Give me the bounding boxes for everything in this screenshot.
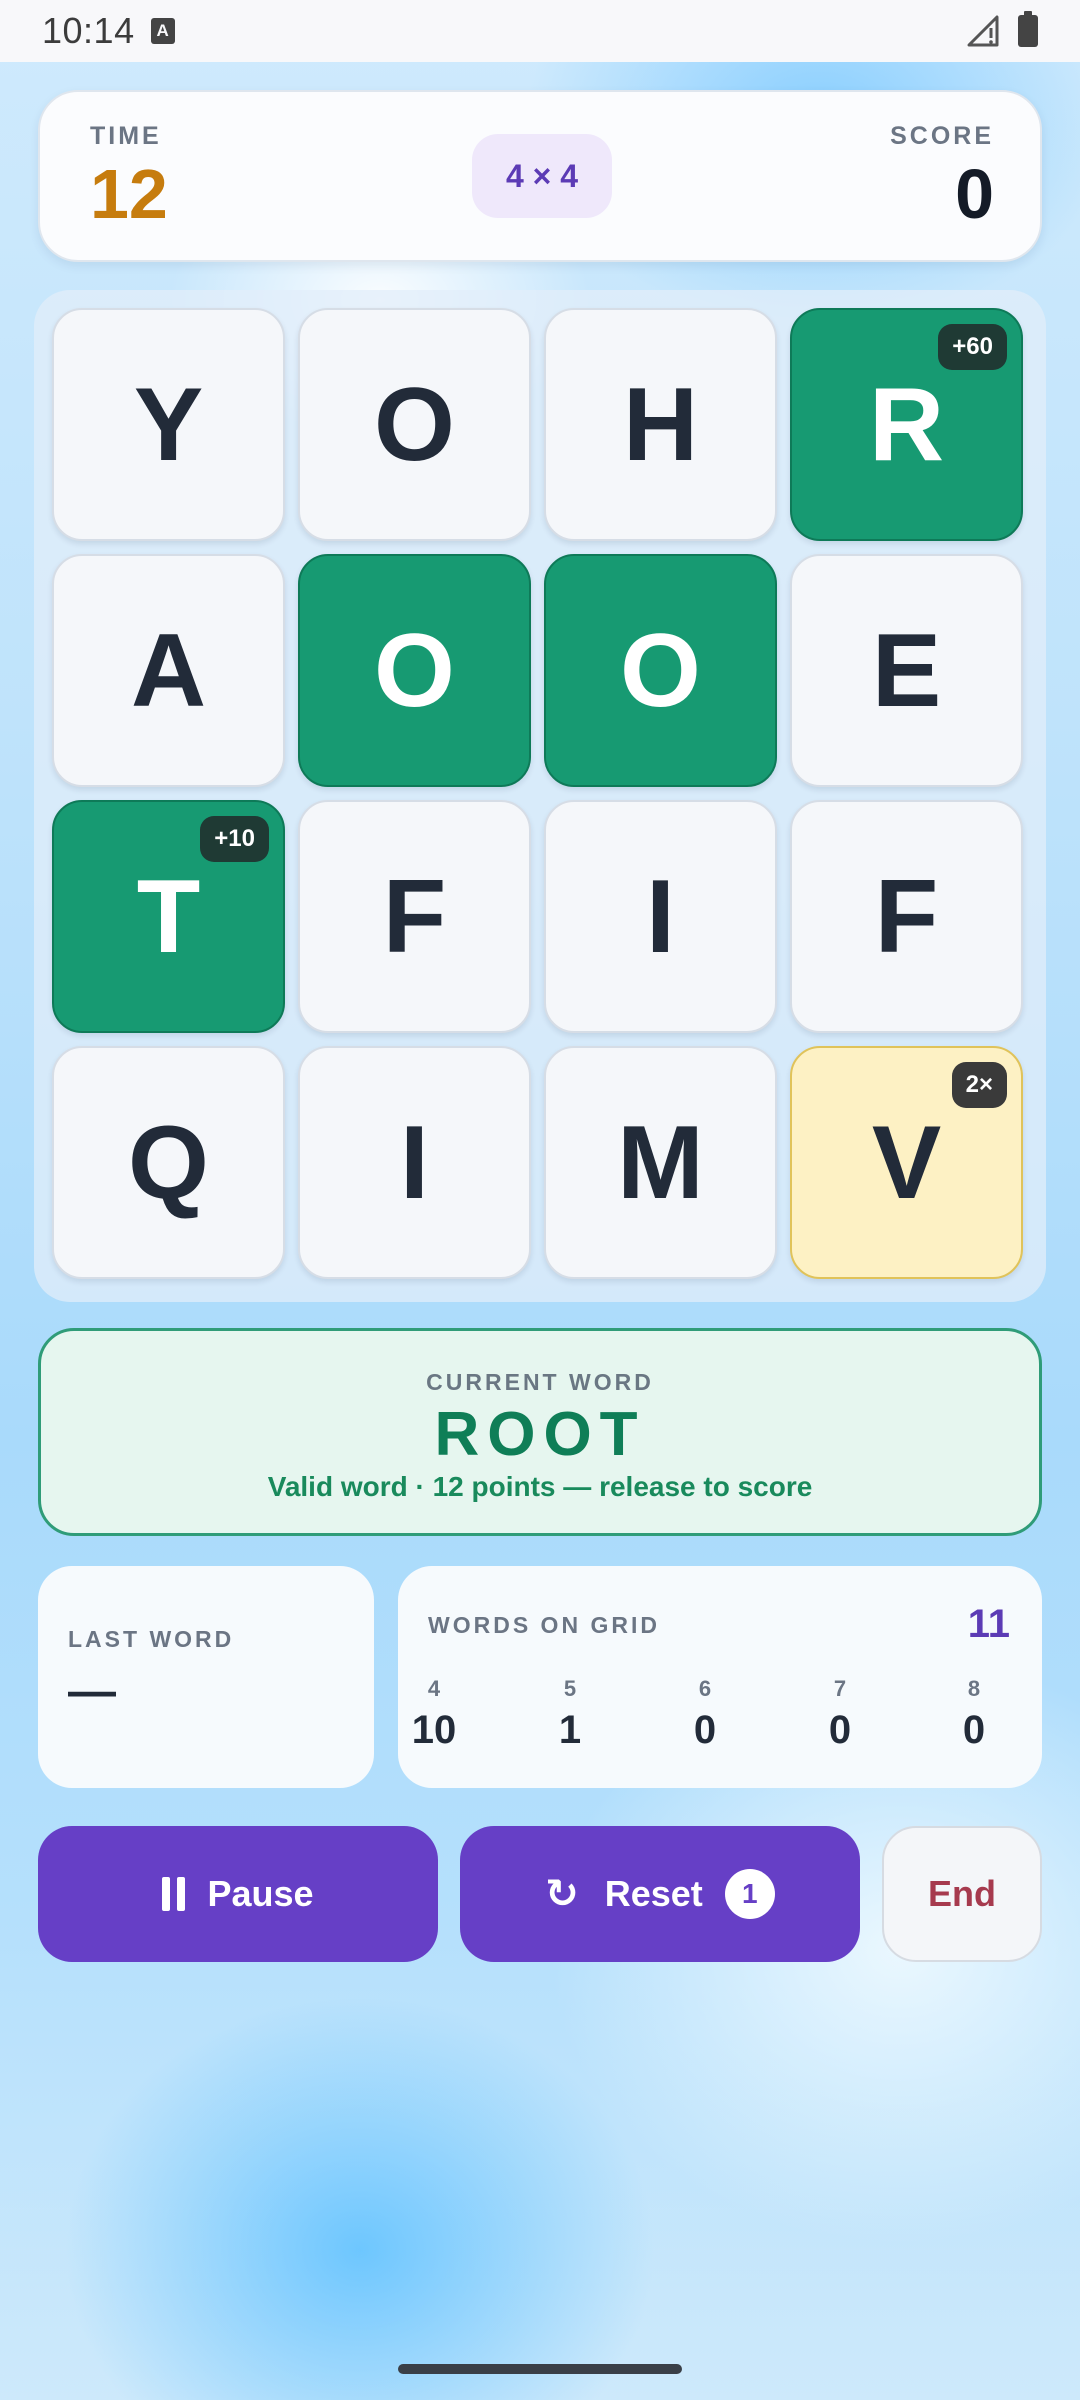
header-card: TIME 12 4 × 4 SCORE 0 [38, 90, 1042, 262]
tile-bonus-tag: +60 [938, 324, 1007, 370]
status-bar: 10:14 A [0, 0, 1080, 62]
word-length-column: 5 1 [530, 1676, 610, 1753]
score-value: 0 [955, 155, 994, 233]
tile-letter: Q [128, 1104, 209, 1221]
tile-bonus-tag: 2× [951, 1062, 1007, 1108]
tile-letter: H [622, 366, 699, 483]
word-length-column: 4 10 [394, 1676, 474, 1753]
score-label: SCORE [890, 122, 994, 150]
current-word-value: ROOT [434, 1400, 646, 1469]
word-length: 8 [967, 1676, 981, 1701]
word-length: 5 [563, 1676, 577, 1701]
status-time: 10:14 [42, 10, 135, 51]
pause-icon [162, 1877, 186, 1911]
time-value: 12 [90, 155, 168, 233]
current-word-label: CURRENT WORD [426, 1369, 654, 1395]
time-label: TIME [90, 122, 162, 150]
letter-tile[interactable]: I [544, 800, 777, 1033]
words-on-grid-total: 11 [967, 1602, 1010, 1646]
word-length-count: 10 [411, 1708, 457, 1752]
word-length-column: 6 0 [665, 1676, 745, 1753]
letter-tile[interactable]: M [544, 1046, 777, 1279]
keyboard-indicator-icon: A [150, 18, 175, 44]
tile-letter: T [136, 858, 201, 975]
current-word-card: CURRENT WORD ROOT Valid word · 12 points… [38, 1328, 1042, 1536]
tile-letter: I [400, 1104, 429, 1221]
word-length: 6 [698, 1676, 712, 1701]
last-word-label: LAST WORD [68, 1626, 235, 1652]
letter-tile[interactable]: Y [52, 308, 285, 541]
letter-tile[interactable]: O [298, 554, 531, 787]
letter-tile[interactable]: I [298, 1046, 531, 1279]
tile-letter: O [620, 612, 701, 729]
words-on-grid-card: WORDS ON GRID 11 4 10 5 1 6 0 7 0 8 0 [398, 1566, 1042, 1788]
letter-tile[interactable]: A [52, 554, 285, 787]
letter-tile[interactable]: T +10 [52, 800, 285, 1033]
reset-icon: ↻ [545, 1872, 579, 1916]
letter-tile[interactable]: V 2× [790, 1046, 1023, 1279]
letter-tile[interactable]: E [790, 554, 1023, 787]
tile-letter: V [871, 1104, 942, 1221]
battery-icon [1018, 11, 1038, 47]
end-label: End [928, 1873, 996, 1914]
letter-tile[interactable]: Q [52, 1046, 285, 1279]
word-length-count: 0 [828, 1708, 852, 1752]
status-icons [966, 11, 1038, 48]
tile-letter: Y [133, 366, 204, 483]
signal-icon [967, 15, 999, 47]
reset-label: Reset [604, 1873, 703, 1914]
word-length: 4 [427, 1676, 441, 1701]
letter-tile[interactable]: O [544, 554, 777, 787]
word-length-count: 0 [693, 1708, 717, 1752]
reset-button[interactable]: ↻ Reset 1 [460, 1826, 860, 1962]
pause-button[interactable]: Pause [38, 1826, 438, 1962]
tile-letter: O [374, 612, 455, 729]
words-on-grid-label: WORDS ON GRID [428, 1612, 660, 1638]
letter-tile[interactable]: R +60 [790, 308, 1023, 541]
word-length-count: 1 [558, 1708, 582, 1752]
last-word-card: LAST WORD — [38, 1566, 374, 1788]
word-length-count: 0 [962, 1708, 986, 1752]
tile-letter: O [374, 366, 455, 483]
tile-letter: A [130, 612, 207, 729]
letter-tile[interactable]: O [298, 308, 531, 541]
tile-bonus-tag: +10 [200, 816, 269, 862]
pause-label: Pause [207, 1873, 314, 1914]
reset-count-badge: 1 [724, 1869, 775, 1919]
tile-letter: I [646, 858, 675, 975]
current-word-status: Valid word · 12 points — release to scor… [267, 1471, 813, 1502]
home-indicator[interactable] [398, 2364, 682, 2374]
letter-tile[interactable]: H [544, 308, 777, 541]
tile-letter: R [868, 366, 945, 483]
tile-letter: F [874, 858, 939, 975]
tile-letter: M [617, 1104, 704, 1221]
tile-letter: F [382, 858, 447, 975]
letter-grid[interactable]: Y O H R +60 A O O E T +10 F I F Q I M V 2× [34, 290, 1046, 1302]
grid-size-badge: 4 × 4 [472, 134, 612, 218]
letter-tile[interactable]: F [790, 800, 1023, 1033]
tile-letter: E [871, 612, 942, 729]
last-word-value: — [68, 1665, 116, 1718]
word-length-column: 7 0 [800, 1676, 880, 1753]
end-button[interactable]: End [882, 1826, 1042, 1962]
word-length-column: 8 0 [934, 1676, 1014, 1753]
letter-tile[interactable]: F [298, 800, 531, 1033]
word-length: 7 [833, 1676, 847, 1701]
